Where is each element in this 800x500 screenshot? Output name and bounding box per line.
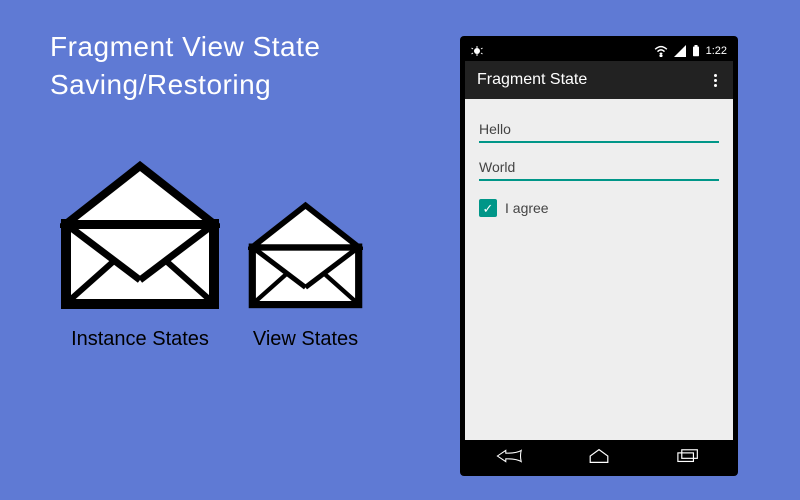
status-bar: 1:22 [465, 41, 733, 61]
overflow-menu-button[interactable] [710, 70, 721, 91]
page-title: Fragment View State Saving/Restoring [50, 28, 320, 104]
text-field-2[interactable] [479, 157, 719, 181]
nav-recents-button[interactable] [668, 445, 708, 467]
instance-states-label: Instance States [71, 328, 209, 351]
battery-icon [692, 45, 700, 57]
signal-icon [674, 45, 686, 57]
instance-states-group: Instance States [60, 160, 220, 351]
navigation-bar [465, 440, 733, 471]
envelope-icon [248, 200, 363, 310]
action-bar-title: Fragment State [477, 71, 710, 89]
phone-screen: 1:22 Fragment State ✓ I agree [465, 41, 733, 440]
view-states-label: View States [253, 328, 358, 351]
debug-icon [471, 45, 483, 57]
title-line-1: Fragment View State [50, 28, 320, 66]
envelope-group: Instance States View States [60, 160, 363, 351]
fragment-content: ✓ I agree [465, 99, 733, 440]
nav-back-button[interactable] [490, 445, 530, 467]
phone-frame: 1:22 Fragment State ✓ I agree [460, 36, 738, 476]
status-time: 1:22 [706, 45, 727, 57]
agree-checkbox-row[interactable]: ✓ I agree [479, 199, 719, 217]
envelope-icon [60, 160, 220, 310]
view-states-group: View States [248, 200, 363, 351]
action-bar: Fragment State [465, 61, 733, 99]
nav-home-button[interactable] [579, 445, 619, 467]
checkbox-checked-icon: ✓ [479, 199, 497, 217]
text-field-1[interactable] [479, 119, 719, 143]
agree-checkbox-label: I agree [505, 200, 549, 216]
title-line-2: Saving/Restoring [50, 66, 320, 104]
wifi-icon [654, 45, 668, 57]
